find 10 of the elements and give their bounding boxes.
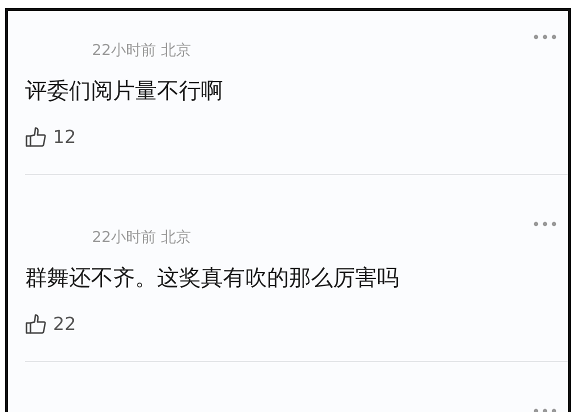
comment-meta: 22小时前 北京 [92, 227, 191, 247]
comment-text: 群舞还不齐。这奖真有吹的那么厉害吗 [25, 265, 399, 293]
like-count: 22 [53, 314, 76, 334]
thumbs-up-icon[interactable] [25, 313, 47, 335]
like-count: 12 [53, 126, 76, 148]
more-icon[interactable] [533, 34, 557, 40]
thumbs-up-icon[interactable] [25, 126, 47, 148]
more-icon[interactable] [533, 221, 557, 227]
comment-text: 评委们阅片量不行啊 [25, 78, 223, 106]
comment-meta: 22小时前 北京 [92, 40, 191, 60]
